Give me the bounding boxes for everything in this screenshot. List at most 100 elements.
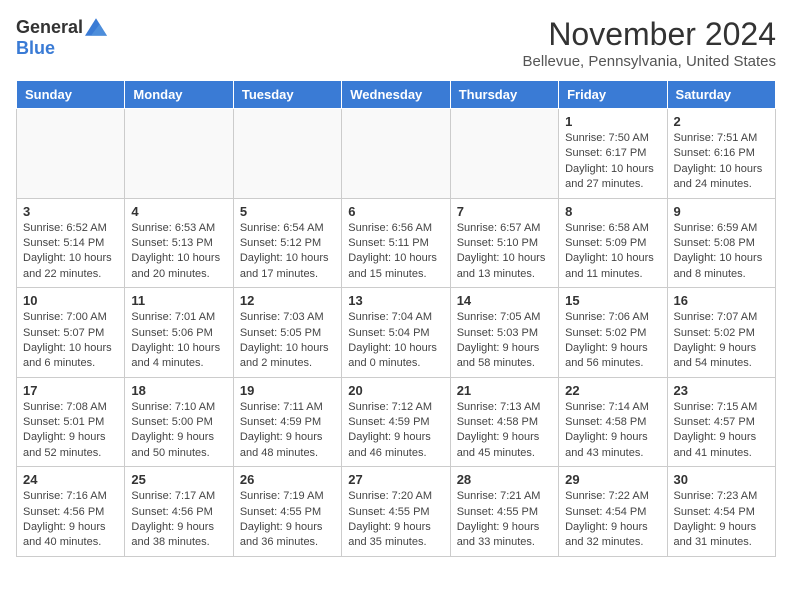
day-number: 28: [457, 472, 552, 487]
title-section: November 2024 Bellevue, Pennsylvania, Un…: [523, 16, 776, 70]
day-number: 16: [674, 293, 769, 308]
logo: General Blue: [16, 16, 107, 59]
calendar-week-row: 17Sunrise: 7:08 AM Sunset: 5:01 PM Dayli…: [17, 377, 776, 467]
day-number: 24: [23, 472, 118, 487]
day-info: Sunrise: 6:52 AM Sunset: 5:14 PM Dayligh…: [23, 221, 118, 283]
day-info: Sunrise: 7:23 AM Sunset: 4:54 PM Dayligh…: [674, 489, 769, 551]
calendar-cell: 17Sunrise: 7:08 AM Sunset: 5:01 PM Dayli…: [17, 377, 125, 467]
calendar-cell: 7 Sunrise: 6:57 AM Sunset: 5:10 PM Daylig…: [450, 198, 558, 288]
logo-icon: [85, 16, 107, 38]
calendar-cell: 10 Sunrise: 7:00 AM Sunset: 5:07 PM Dayli…: [17, 288, 125, 378]
location: Bellevue, Pennsylvania, United States: [523, 53, 776, 70]
calendar-cell: 1 Sunrise: 7:50 AM Sunset: 6:17 PM Daylig…: [559, 109, 667, 199]
day-number: 23: [674, 383, 769, 398]
day-info: Sunrise: 7:13 AM Sunset: 4:58 PM Dayligh…: [457, 400, 552, 462]
weekday-header: Thursday: [450, 81, 558, 109]
day-number: 6: [348, 204, 443, 219]
day-number: 11: [131, 293, 226, 308]
calendar-header-row: SundayMondayTuesdayWednesdayThursdayFrid…: [17, 81, 776, 109]
day-info: Sunrise: 6:53 AM Sunset: 5:13 PM Dayligh…: [131, 221, 226, 283]
calendar-cell: 5 Sunrise: 6:54 AM Sunset: 5:12 PM Daylig…: [233, 198, 341, 288]
day-number: 27: [348, 472, 443, 487]
day-info: Sunrise: 7:03 AM Sunset: 5:05 PM Dayligh…: [240, 310, 335, 372]
day-number: 10: [23, 293, 118, 308]
day-info: Sunrise: 7:01 AM Sunset: 5:06 PM Dayligh…: [131, 310, 226, 372]
logo-blue: Blue: [16, 38, 55, 59]
day-info: Sunrise: 7:19 AM Sunset: 4:55 PM Dayligh…: [240, 489, 335, 551]
page-header: General Blue November 2024 Bellevue, Pen…: [16, 16, 776, 70]
day-info: Sunrise: 7:05 AM Sunset: 5:03 PM Dayligh…: [457, 310, 552, 372]
day-number: 13: [348, 293, 443, 308]
month-title: November 2024: [523, 16, 776, 53]
calendar-cell: 22 Sunrise: 7:14 AM Sunset: 4:58 PM Dayli…: [559, 377, 667, 467]
day-info: Sunrise: 7:21 AM Sunset: 4:55 PM Dayligh…: [457, 489, 552, 551]
calendar-week-row: 1 Sunrise: 7:50 AM Sunset: 6:17 PM Daylig…: [17, 109, 776, 199]
calendar-cell: 8 Sunrise: 6:58 AM Sunset: 5:09 PM Daylig…: [559, 198, 667, 288]
day-number: 12: [240, 293, 335, 308]
calendar-cell: 15Sunrise: 7:06 AM Sunset: 5:02 PM Dayli…: [559, 288, 667, 378]
calendar-cell: 30Sunrise: 7:23 AM Sunset: 4:54 PM Dayli…: [667, 467, 775, 557]
weekday-header: Saturday: [667, 81, 775, 109]
weekday-header: Monday: [125, 81, 233, 109]
calendar-cell: [125, 109, 233, 199]
calendar-cell: 14 Sunrise: 7:05 AM Sunset: 5:03 PM Dayli…: [450, 288, 558, 378]
day-number: 14: [457, 293, 552, 308]
day-number: 2: [674, 114, 769, 129]
calendar-cell: 16 Sunrise: 7:07 AM Sunset: 5:02 PM Dayli…: [667, 288, 775, 378]
calendar-cell: 9 Sunrise: 6:59 AM Sunset: 5:08 PM Daylig…: [667, 198, 775, 288]
calendar-cell: 25 Sunrise: 7:17 AM Sunset: 4:56 PM Dayli…: [125, 467, 233, 557]
day-info: Sunrise: 7:12 AM Sunset: 4:59 PM Dayligh…: [348, 400, 443, 462]
day-info: Sunrise: 6:56 AM Sunset: 5:11 PM Dayligh…: [348, 221, 443, 283]
day-info: Sunrise: 7:16 AM Sunset: 4:56 PM Dayligh…: [23, 489, 118, 551]
day-info: Sunrise: 7:50 AM Sunset: 6:17 PM Dayligh…: [565, 131, 660, 193]
calendar-week-row: 10 Sunrise: 7:00 AM Sunset: 5:07 PM Dayli…: [17, 288, 776, 378]
day-info: Sunrise: 7:00 AM Sunset: 5:07 PM Dayligh…: [23, 310, 118, 372]
day-info: Sunrise: 6:58 AM Sunset: 5:09 PM Dayligh…: [565, 221, 660, 283]
day-info: Sunrise: 7:22 AM Sunset: 4:54 PM Dayligh…: [565, 489, 660, 551]
day-info: Sunrise: 6:59 AM Sunset: 5:08 PM Dayligh…: [674, 221, 769, 283]
day-info: Sunrise: 7:15 AM Sunset: 4:57 PM Dayligh…: [674, 400, 769, 462]
calendar: SundayMondayTuesdayWednesdayThursdayFrid…: [16, 80, 776, 557]
calendar-week-row: 3 Sunrise: 6:52 AM Sunset: 5:14 PM Daylig…: [17, 198, 776, 288]
day-number: 20: [348, 383, 443, 398]
calendar-cell: 12 Sunrise: 7:03 AM Sunset: 5:05 PM Dayli…: [233, 288, 341, 378]
day-number: 3: [23, 204, 118, 219]
calendar-cell: [450, 109, 558, 199]
calendar-cell: 21 Sunrise: 7:13 AM Sunset: 4:58 PM Dayli…: [450, 377, 558, 467]
day-number: 22: [565, 383, 660, 398]
weekday-header: Friday: [559, 81, 667, 109]
day-number: 8: [565, 204, 660, 219]
day-info: Sunrise: 7:11 AM Sunset: 4:59 PM Dayligh…: [240, 400, 335, 462]
day-number: 15: [565, 293, 660, 308]
calendar-cell: 24 Sunrise: 7:16 AM Sunset: 4:56 PM Dayli…: [17, 467, 125, 557]
weekday-header: Tuesday: [233, 81, 341, 109]
calendar-cell: 19Sunrise: 7:11 AM Sunset: 4:59 PM Dayli…: [233, 377, 341, 467]
day-number: 25: [131, 472, 226, 487]
day-info: Sunrise: 7:14 AM Sunset: 4:58 PM Dayligh…: [565, 400, 660, 462]
day-info: Sunrise: 7:17 AM Sunset: 4:56 PM Dayligh…: [131, 489, 226, 551]
calendar-cell: 28 Sunrise: 7:21 AM Sunset: 4:55 PM Dayli…: [450, 467, 558, 557]
day-number: 9: [674, 204, 769, 219]
day-number: 1: [565, 114, 660, 129]
day-info: Sunrise: 7:04 AM Sunset: 5:04 PM Dayligh…: [348, 310, 443, 372]
calendar-cell: 18Sunrise: 7:10 AM Sunset: 5:00 PM Dayli…: [125, 377, 233, 467]
day-number: 4: [131, 204, 226, 219]
day-number: 26: [240, 472, 335, 487]
day-info: Sunrise: 6:54 AM Sunset: 5:12 PM Dayligh…: [240, 221, 335, 283]
calendar-cell: 26 Sunrise: 7:19 AM Sunset: 4:55 PM Dayli…: [233, 467, 341, 557]
calendar-cell: 13 Sunrise: 7:04 AM Sunset: 5:04 PM Dayli…: [342, 288, 450, 378]
calendar-week-row: 24 Sunrise: 7:16 AM Sunset: 4:56 PM Dayli…: [17, 467, 776, 557]
day-info: Sunrise: 7:10 AM Sunset: 5:00 PM Dayligh…: [131, 400, 226, 462]
calendar-cell: 6 Sunrise: 6:56 AM Sunset: 5:11 PM Daylig…: [342, 198, 450, 288]
day-info: Sunrise: 6:57 AM Sunset: 5:10 PM Dayligh…: [457, 221, 552, 283]
day-number: 21: [457, 383, 552, 398]
day-info: Sunrise: 7:08 AM Sunset: 5:01 PM Dayligh…: [23, 400, 118, 462]
calendar-cell: 2Sunrise: 7:51 AM Sunset: 6:16 PM Daylig…: [667, 109, 775, 199]
calendar-cell: 3 Sunrise: 6:52 AM Sunset: 5:14 PM Daylig…: [17, 198, 125, 288]
logo-general: General: [16, 17, 83, 38]
calendar-cell: [342, 109, 450, 199]
calendar-cell: 27Sunrise: 7:20 AM Sunset: 4:55 PM Dayli…: [342, 467, 450, 557]
day-number: 7: [457, 204, 552, 219]
day-number: 5: [240, 204, 335, 219]
day-info: Sunrise: 7:07 AM Sunset: 5:02 PM Dayligh…: [674, 310, 769, 372]
